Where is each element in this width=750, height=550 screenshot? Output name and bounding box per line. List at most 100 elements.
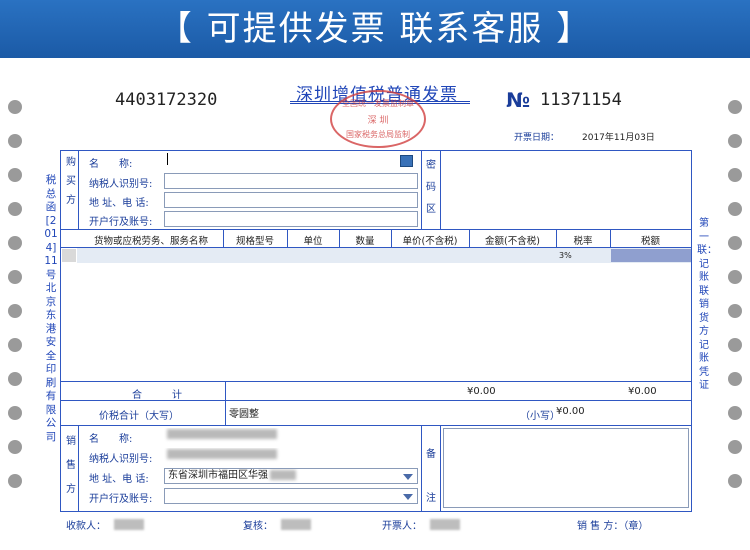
col-header-price: 单价(不含税) [402, 236, 458, 247]
buyer-address-input[interactable] [164, 192, 418, 208]
buyer-bank-input[interactable] [164, 211, 418, 227]
row-tax-cell[interactable] [611, 249, 691, 262]
hole-icon [728, 372, 742, 386]
seller-tax-id-input[interactable] [164, 448, 418, 464]
payee-value [114, 519, 144, 530]
chevron-down-icon[interactable] [403, 494, 413, 500]
perforation-right [728, 100, 744, 508]
col-header-tax: 税额 [640, 236, 660, 247]
grid-line [60, 381, 692, 382]
hole-icon [8, 304, 22, 318]
seal-line-2: 深 圳 [367, 116, 389, 126]
buyer-tax-id-input[interactable] [164, 173, 418, 189]
hole-icon [728, 474, 742, 488]
hole-icon [8, 474, 22, 488]
grand-total-small: ¥0.00 [556, 406, 585, 417]
redacted-value [270, 470, 296, 480]
remarks-label: 备注 [426, 449, 436, 504]
calculator-button[interactable] [400, 155, 413, 167]
hole-icon [728, 202, 742, 216]
grand-total-words-label: 价税合计（大写） [99, 411, 179, 422]
seal-line-3: 国家税务总局监制 [346, 130, 410, 139]
grand-total-words: 零圆整 [229, 409, 259, 420]
buyer-address-label: 地 址、电 话: [89, 198, 149, 209]
cipher-area-label: 密码区 [426, 160, 436, 215]
seller-address-label: 地 址、电 话: [89, 474, 149, 485]
col-header-amount: 金额(不含税) [485, 236, 540, 247]
redacted-value [167, 429, 277, 439]
table-row[interactable] [77, 248, 691, 263]
buyer-name-label: 名 称: [89, 159, 133, 170]
total-tax: ¥0.00 [628, 386, 657, 397]
hole-icon [728, 440, 742, 454]
col-header-goods: 货物或应税劳务、服务名称 [93, 236, 208, 247]
grid-line [440, 425, 441, 512]
hole-icon [8, 270, 22, 284]
copy-designation-text: 第一联：记账联销货方记账凭证 [697, 218, 717, 391]
redacted-value [167, 449, 277, 459]
drawer-label: 开票人： [382, 521, 422, 532]
text-cursor-icon [167, 153, 168, 165]
seal-line-1: 全国统一发票监制章 [342, 99, 414, 108]
hole-icon [728, 338, 742, 352]
invoice-code: 4403172320 [115, 90, 218, 110]
payee-label: 收款人： [66, 521, 106, 532]
hole-icon [728, 270, 742, 284]
perforation-left [8, 100, 24, 508]
remarks-input[interactable] [443, 428, 689, 508]
hole-icon [8, 440, 22, 454]
number-sign-icon: № [506, 88, 531, 112]
hole-icon [8, 236, 22, 250]
grid-line [78, 425, 79, 512]
hole-icon [728, 168, 742, 182]
buyer-tax-id-label: 纳税人识别号: [89, 179, 153, 190]
seller-address-input[interactable]: 东省深圳市福田区华强 [164, 468, 418, 484]
col-header-qty: 数量 [355, 236, 375, 247]
grid-line [60, 425, 692, 426]
seller-address-value: 东省深圳市福田区华强 [168, 470, 268, 481]
hole-icon [8, 202, 22, 216]
printer-license-text: 税总函[2014]11号北京东港安全印刷有限公司 [44, 174, 58, 443]
seller-stamp-label: 销 售 方：（章） [577, 521, 649, 532]
hole-icon [8, 338, 22, 352]
grid-line [421, 425, 422, 512]
grid-line [440, 150, 441, 229]
buyer-name-input[interactable] [164, 153, 398, 169]
seller-section-label: 销售方 [66, 436, 76, 495]
hole-icon [728, 236, 742, 250]
grid-line [225, 381, 226, 425]
col-header-spec: 规格型号 [235, 236, 274, 247]
promo-banner: 【 可提供发票 联系客服 】 [0, 0, 750, 58]
seller-tax-id-label: 纳税人识别号: [89, 454, 153, 465]
chevron-down-icon[interactable] [403, 474, 413, 480]
total-label: 合 计 [132, 390, 182, 401]
total-amount: ¥0.00 [467, 386, 496, 397]
invoice-number: 11371154 [540, 90, 622, 110]
hole-icon [8, 372, 22, 386]
row-rate-cell[interactable]: 3% [559, 251, 572, 260]
row-selector[interactable] [62, 249, 76, 262]
seller-bank-input[interactable] [164, 488, 418, 504]
grand-total-small-label: （小写） [520, 411, 560, 422]
grid-line [421, 150, 422, 229]
drawer-value [430, 519, 460, 530]
hole-icon [728, 134, 742, 148]
col-header-rate: 税率 [573, 236, 593, 247]
grid-line [60, 229, 692, 230]
hole-icon [728, 304, 742, 318]
reviewer-label: 复核： [243, 521, 273, 532]
buyer-section-label: 购买方 [66, 157, 76, 206]
hole-icon [728, 100, 742, 114]
reviewer-value [281, 519, 311, 530]
buyer-bank-label: 开户行及账号: [89, 217, 153, 228]
hole-icon [8, 406, 22, 420]
grid-line [78, 150, 79, 229]
seller-name-input[interactable] [164, 428, 418, 444]
seller-bank-label: 开户行及账号: [89, 494, 153, 505]
seller-name-label: 名 称: [89, 434, 133, 445]
hole-icon [8, 168, 22, 182]
col-header-unit: 单位 [303, 236, 323, 247]
hole-icon [728, 406, 742, 420]
hole-icon [8, 100, 22, 114]
issue-date-label: 开票日期： [514, 133, 560, 143]
